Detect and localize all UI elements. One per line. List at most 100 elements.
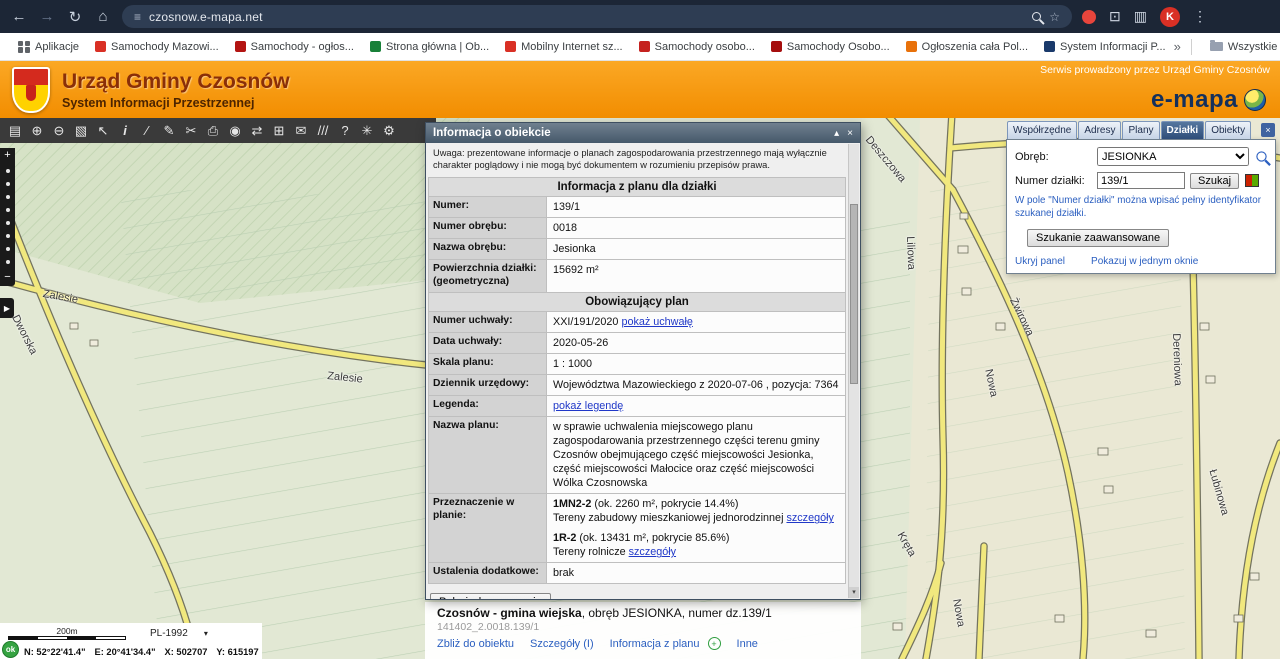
bookmark-item[interactable]: Samochody - ogłos...: [227, 38, 362, 56]
favicon: [95, 41, 106, 52]
site-settings-icon[interactable]: ≡: [134, 10, 141, 24]
scrollbar-thumb[interactable]: [850, 204, 858, 384]
show-plan-on-map-button[interactable]: Pokaż plan na mapie: [430, 593, 551, 599]
panel-close-icon[interactable]: ×: [1261, 123, 1275, 137]
bookmark-label: Ogłoszenia cała Pol...: [922, 41, 1028, 53]
greenok-badge[interactable]: ok: [2, 641, 19, 658]
site-subtitle: System Informacji Przestrzennej: [62, 96, 290, 110]
table-row: Numer: 139/1: [429, 197, 845, 218]
show-resolution-link[interactable]: pokaż uchwałę: [621, 316, 692, 328]
url-text[interactable]: czosnow.e-mapa.net: [149, 10, 1024, 24]
row-value: 139/1: [547, 197, 845, 217]
tab-obiekty[interactable]: Obiekty: [1205, 121, 1251, 139]
scroll-down-icon[interactable]: ▾: [849, 587, 859, 598]
bookmark-item[interactable]: Samochody Osobo...: [763, 38, 898, 56]
dialog-titlebar[interactable]: Informacja o obiekcie ▴ ×: [426, 123, 860, 143]
help-icon[interactable]: ?: [336, 121, 354, 140]
collapse-icon[interactable]: ▴: [834, 128, 839, 139]
search-button[interactable]: Szukaj: [1190, 173, 1239, 189]
all-bookmarks-label: Wszystkie zakładki: [1228, 41, 1280, 53]
zoom-in-icon[interactable]: ⊕: [28, 121, 46, 140]
hatching-icon[interactable]: ///: [314, 121, 332, 140]
snapping-icon[interactable]: ✳: [358, 121, 376, 140]
map-area[interactable]: Dworska Zalesie Zalesie Deszczowa Liliow…: [0, 118, 1280, 659]
draw-icon[interactable]: ✎: [160, 121, 178, 140]
browser-menu-icon[interactable]: ⋮: [1193, 8, 1207, 25]
table-row: Skala planu: 1 : 1000: [429, 354, 845, 375]
measure-icon[interactable]: ∕: [138, 121, 156, 140]
search-tabs: Współrzędne Adresy Plany Działki Obiekty…: [1006, 121, 1276, 139]
print-icon[interactable]: ⎙: [204, 121, 222, 140]
zoom-out-button[interactable]: −: [4, 271, 10, 284]
settings-gear-icon[interactable]: ⚙: [380, 121, 398, 140]
tab-dzialki[interactable]: Działki: [1161, 121, 1205, 139]
zoom-slider[interactable]: + −: [0, 148, 15, 286]
other-link[interactable]: Inne: [737, 638, 758, 650]
bookmark-label: System Informacji P...: [1060, 41, 1166, 53]
search-icon[interactable]: [1256, 151, 1266, 161]
bookmark-item[interactable]: Strona główna | Ob...: [362, 38, 497, 56]
advanced-search-button[interactable]: Szukanie zaawansowane: [1027, 229, 1169, 247]
home-icon[interactable]: ⌂: [94, 8, 112, 25]
all-bookmarks-button[interactable]: Wszystkie zakładki: [1202, 38, 1280, 56]
zoom-window-icon[interactable]: ▧: [72, 121, 90, 140]
tab-wspolrzedne[interactable]: Współrzędne: [1007, 121, 1077, 139]
side-panel-toggle[interactable]: ▶: [0, 298, 14, 318]
chevron-down-icon[interactable]: ▾: [204, 629, 208, 638]
bookmark-star-icon[interactable]: ☆: [1049, 10, 1060, 24]
bookmark-apps[interactable]: Aplikacje: [10, 38, 87, 56]
obreb-select[interactable]: JESIONKA: [1097, 147, 1249, 166]
address-bar[interactable]: ≡ czosnow.e-mapa.net ☆: [122, 5, 1072, 28]
pointer-icon[interactable]: ↖: [94, 121, 112, 140]
forward-icon[interactable]: →: [38, 8, 56, 25]
plan-info-link[interactable]: Informacja z planu: [610, 638, 700, 650]
details-link[interactable]: szczegóły: [786, 512, 833, 524]
layers-icon[interactable]: ▤: [6, 121, 24, 140]
profile-avatar[interactable]: K: [1160, 7, 1180, 27]
zoom-in-button[interactable]: +: [4, 149, 10, 162]
hide-panel-link[interactable]: Ukryj panel: [1015, 256, 1065, 267]
identify-icon[interactable]: i: [116, 121, 134, 140]
bookmark-item[interactable]: Mobilny Internet sz...: [497, 38, 631, 56]
cut-icon[interactable]: ✂: [182, 121, 200, 140]
row-label: Skala planu:: [429, 354, 547, 374]
row-label: Numer:: [429, 197, 547, 217]
bookmark-item[interactable]: Ogłoszenia cała Pol...: [898, 38, 1036, 56]
emapa-brand[interactable]: e-mapa: [1151, 86, 1266, 114]
more-plus-icon[interactable]: +: [708, 637, 721, 650]
dialog-scrollbar[interactable]: ▾: [848, 144, 859, 598]
compare-icon[interactable]: ⇄: [248, 121, 266, 140]
site-title: Urząd Gminy Czosnów: [62, 70, 290, 94]
details-link[interactable]: szczegóły: [629, 546, 676, 558]
details-link[interactable]: Szczegóły (I): [530, 638, 594, 650]
zoom-out-icon[interactable]: ⊖: [50, 121, 68, 140]
show-legend-link[interactable]: pokaż legendę: [553, 400, 623, 412]
table-row: Powierzchnia działki:(geometryczna) 1569…: [429, 260, 845, 293]
zoom-steps[interactable]: [6, 162, 10, 271]
row-value: 0018: [547, 218, 845, 238]
bookmark-item[interactable]: Samochody Mazowi...: [87, 38, 227, 56]
messages-icon[interactable]: ✉: [292, 121, 310, 140]
bookmark-item[interactable]: Samochody osobo...: [631, 38, 763, 56]
table-row: Nazwa obrębu: Jesionka: [429, 239, 845, 260]
gmina-logo[interactable]: [12, 67, 50, 113]
reload-icon[interactable]: ↻: [66, 8, 84, 26]
parcel-number-input[interactable]: [1097, 172, 1185, 189]
projection-select[interactable]: PL-1992 ▾: [150, 628, 208, 639]
object-id: 141402_2.0018.139/1: [437, 621, 849, 633]
bookmarks-overflow-icon[interactable]: »: [1174, 39, 1181, 54]
adblock-extension-icon[interactable]: [1082, 10, 1096, 24]
single-window-link[interactable]: Pokazuj w jednym oknie: [1091, 256, 1198, 267]
marker-icon[interactable]: ◉: [226, 121, 244, 140]
side-panel-icon[interactable]: ▥: [1134, 8, 1147, 25]
extensions-puzzle-icon[interactable]: ⊡: [1109, 8, 1121, 25]
tab-adresy[interactable]: Adresy: [1078, 121, 1121, 139]
panels-icon[interactable]: ⊞: [270, 121, 288, 140]
bookmark-item[interactable]: System Informacji P...: [1036, 38, 1174, 56]
zoom-level-icon[interactable]: [1032, 12, 1041, 21]
tab-plany[interactable]: Plany: [1122, 121, 1159, 139]
zoom-to-object-link[interactable]: Zbliż do obiektu: [437, 638, 514, 650]
coord-n: N: 52°22'41.4": [24, 647, 86, 657]
back-icon[interactable]: ←: [10, 8, 28, 25]
close-icon[interactable]: ×: [847, 128, 853, 139]
